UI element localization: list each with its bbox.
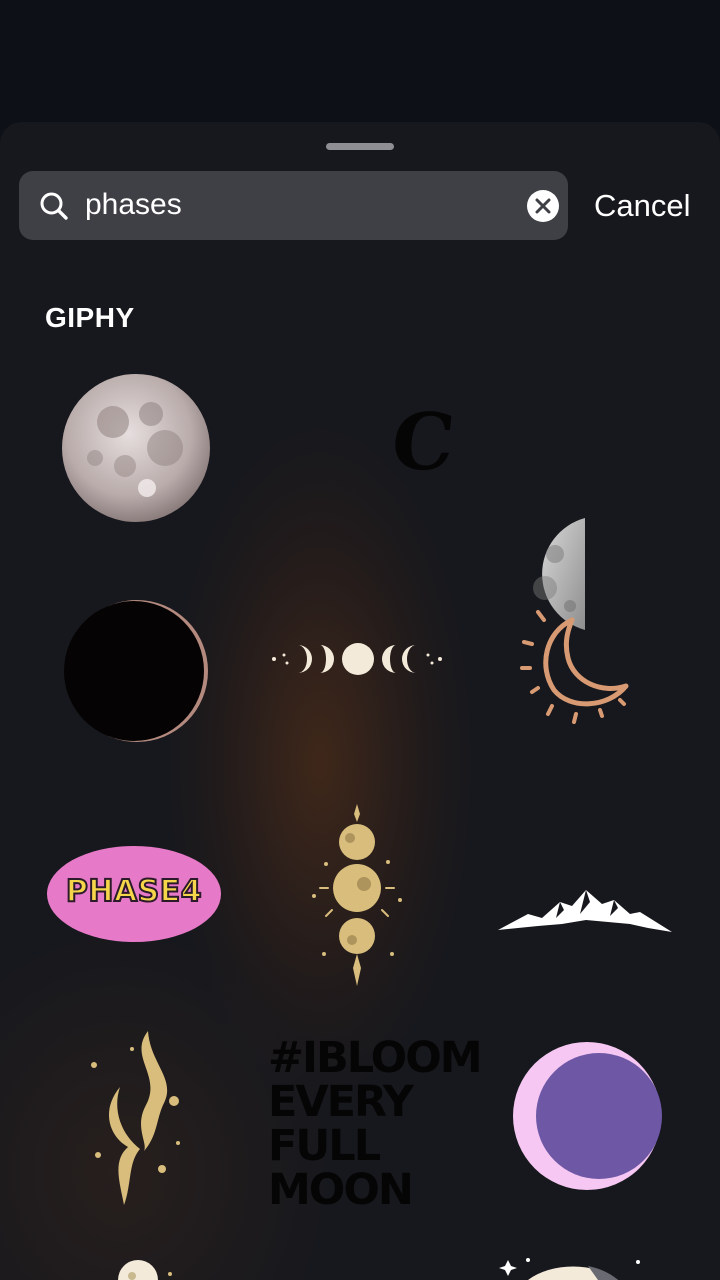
sticker-new-moon[interactable] xyxy=(62,597,212,745)
golden-moons-icon xyxy=(312,804,402,986)
search-icon xyxy=(39,191,69,221)
phase4-text: PHASE4 xyxy=(65,873,203,910)
moon-icon xyxy=(499,1258,640,1280)
sticker-moon-phases-row[interactable] xyxy=(270,637,445,682)
full-moon-icon xyxy=(62,374,210,522)
sticker-golden-moon-totem[interactable] xyxy=(292,804,422,986)
ibloom-line-4: MOON xyxy=(268,1165,414,1215)
sticker-search-sheet: Cancel GIPHY C xyxy=(0,122,720,1280)
ibloom-text-block: #IBLOOM EVERY FULL MOON xyxy=(268,1033,483,1215)
sticker-ibloom-text[interactable]: #IBLOOM EVERY FULL MOON xyxy=(268,1033,483,1215)
sticker-phase4[interactable]: PHASE4 xyxy=(47,846,221,942)
sticker-golden-moon-partial[interactable] xyxy=(110,1260,210,1280)
dimmed-background xyxy=(0,0,720,130)
sheet-grabber-handle[interactable] xyxy=(326,143,394,150)
close-icon xyxy=(535,198,551,214)
ibloom-line-1: #IBLOOM xyxy=(268,1033,483,1083)
ibloom-line-3: FULL xyxy=(268,1121,381,1171)
gothic-letter-text: C xyxy=(387,397,459,488)
clear-search-button[interactable] xyxy=(527,190,559,222)
sticker-purple-moon[interactable] xyxy=(511,1040,663,1192)
golden-moon-icon xyxy=(118,1260,172,1280)
search-input[interactable] xyxy=(85,185,505,225)
sticker-mountains[interactable] xyxy=(498,884,672,934)
sticker-sun-crescent[interactable] xyxy=(518,606,638,726)
sticker-full-moon[interactable] xyxy=(55,370,215,530)
section-label-giphy: GIPHY xyxy=(45,302,135,333)
mountains-icon xyxy=(498,890,672,932)
ibloom-line-2: EVERY xyxy=(268,1077,414,1127)
moon-phases-icon xyxy=(272,643,442,675)
search-bar xyxy=(19,171,568,240)
crescent-moon-icon xyxy=(520,610,629,724)
cancel-button[interactable]: Cancel xyxy=(594,188,691,224)
sticker-golden-koi[interactable] xyxy=(70,1027,190,1209)
sticker-moon-partial[interactable] xyxy=(498,1256,658,1280)
koi-fish-icon xyxy=(91,1031,180,1205)
phase4-badge: PHASE4 xyxy=(47,846,221,942)
new-moon-icon xyxy=(64,600,208,742)
purple-moon-icon xyxy=(513,1042,662,1190)
sticker-gothic-letter[interactable]: C xyxy=(387,397,459,488)
